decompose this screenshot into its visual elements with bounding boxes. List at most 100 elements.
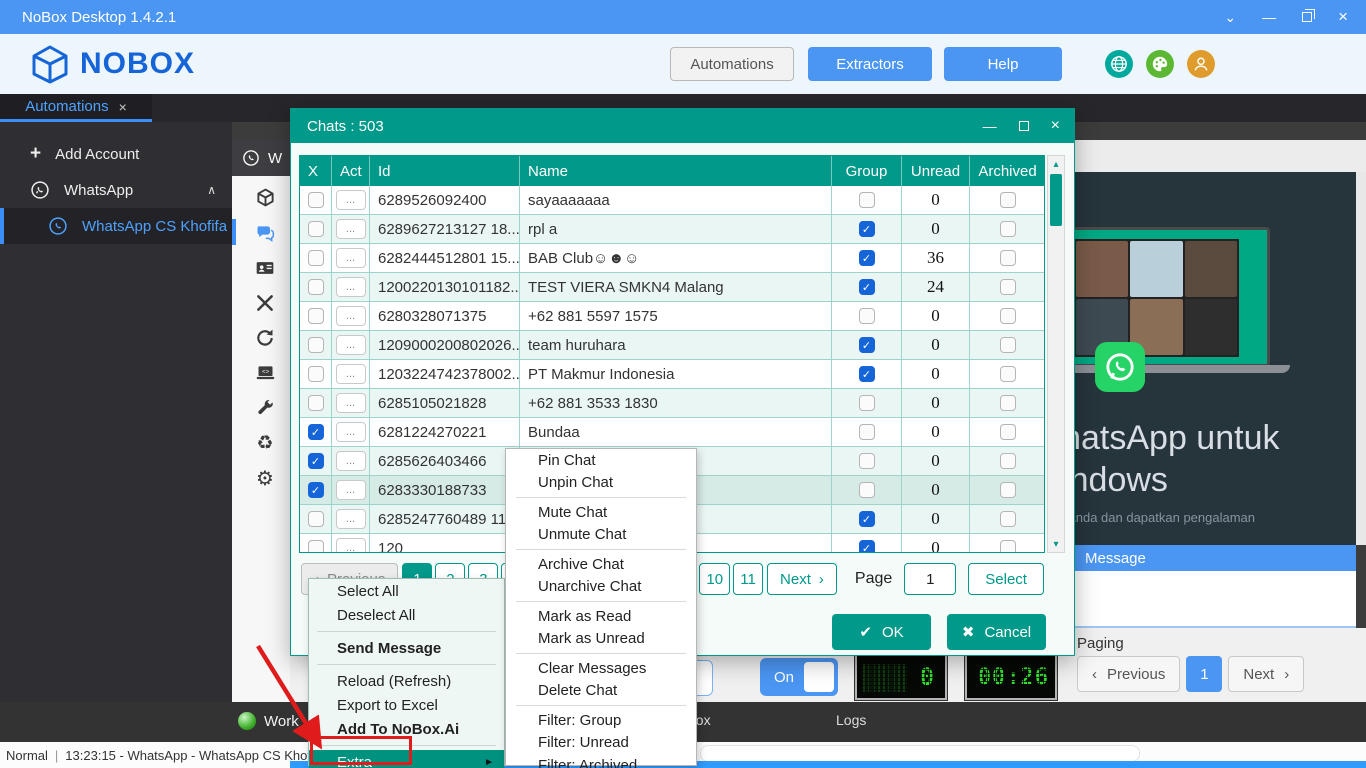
group-checkbox[interactable]: ✓ [859, 279, 875, 295]
table-row[interactable]: ✓...6281224270221Bundaa0 [300, 418, 1044, 447]
row-checkbox[interactable] [308, 192, 324, 208]
page-button-10[interactable]: 10 [699, 563, 730, 595]
row-checkbox[interactable] [308, 540, 324, 553]
row-checkbox[interactable] [308, 308, 324, 324]
table-row[interactable]: ...6282444512801 15...BAB Club☺☻☺✓36 [300, 244, 1044, 273]
table-row[interactable]: ...6280328071375+62 881 5597 15750 [300, 302, 1044, 331]
sidebar-item-whatsapp[interactable]: WhatsApp ∧ [0, 172, 232, 208]
group-checkbox[interactable] [859, 308, 875, 324]
gear-icon[interactable]: ⚙ [232, 460, 298, 495]
archived-checkbox[interactable] [1000, 366, 1016, 382]
table-row[interactable]: ...6289627213127 18...rpl a✓0 [300, 215, 1044, 244]
menu-item-add-to-nobox-ai[interactable]: Add To NoBox.Ai [309, 717, 504, 741]
wrench-icon[interactable] [232, 390, 298, 425]
menu-item-select-all[interactable]: Select All [309, 579, 504, 603]
refresh-icon[interactable] [232, 320, 298, 355]
row-actions-button[interactable]: ... [336, 335, 366, 355]
archived-checkbox[interactable] [1000, 482, 1016, 498]
row-actions-button[interactable]: ... [336, 190, 366, 210]
menu-item-mark-as-read[interactable]: Mark as Read [506, 605, 696, 628]
palette-icon[interactable] [1146, 50, 1174, 78]
group-checkbox[interactable]: ✓ [859, 366, 875, 382]
row-checkbox[interactable] [308, 395, 324, 411]
minimize-button[interactable]: — [1262, 9, 1276, 25]
row-checkbox[interactable]: ✓ [308, 453, 324, 469]
archived-checkbox[interactable] [1000, 511, 1016, 527]
chats-icon[interactable] [232, 215, 298, 250]
table-scrollbar[interactable]: ▴ ▾ [1047, 155, 1065, 553]
row-actions-button[interactable]: ... [336, 393, 366, 413]
table-row[interactable]: ...6289526092400sayaaaaaaa0 [300, 186, 1044, 215]
dialog-maximize-button[interactable] [1019, 121, 1029, 131]
row-actions-button[interactable]: ... [336, 538, 366, 553]
menu-item-export-to-excel[interactable]: Export to Excel [309, 693, 504, 717]
menu-item-deselect-all[interactable]: Deselect All [309, 603, 504, 627]
page-button-11[interactable]: 11 [733, 563, 763, 595]
group-checkbox[interactable]: ✓ [859, 250, 875, 266]
contact-card-icon[interactable] [232, 250, 298, 285]
cube-icon[interactable] [232, 180, 298, 215]
scroll-up-icon[interactable]: ▴ [1048, 156, 1064, 172]
archived-checkbox[interactable] [1000, 279, 1016, 295]
menu-item-filter-group[interactable]: Filter: Group [506, 709, 696, 732]
menu-item-unarchive-chat[interactable]: Unarchive Chat [506, 576, 696, 599]
menu-item-send-message[interactable]: Send Message [309, 636, 504, 660]
recycle-icon[interactable]: ♻ [232, 425, 298, 460]
archived-checkbox[interactable] [1000, 192, 1016, 208]
menu-item-filter-unread[interactable]: Filter: Unread [506, 732, 696, 755]
menu-item-pin-chat[interactable]: Pin Chat [506, 449, 696, 472]
menu-item-clear-messages[interactable]: Clear Messages [506, 657, 696, 680]
extractors-button[interactable]: Extractors [808, 47, 932, 81]
menu-item-filter-archived[interactable]: Filter: Archived [506, 754, 696, 768]
row-checkbox[interactable] [308, 337, 324, 353]
group-checkbox[interactable]: ✓ [859, 337, 875, 353]
table-row[interactable]: ...1200220130101182...TEST VIERA SMKN4 M… [300, 273, 1044, 302]
row-actions-button[interactable]: ... [336, 509, 366, 529]
menu-item-mark-as-unread[interactable]: Mark as Unread [506, 628, 696, 651]
row-checkbox[interactable] [308, 250, 324, 266]
restore-button[interactable] [1302, 12, 1312, 22]
row-checkbox[interactable]: ✓ [308, 424, 324, 440]
paging-previous-button[interactable]: ‹Previous [1077, 656, 1180, 692]
sidebar-item-add-account[interactable]: + Add Account [0, 136, 232, 172]
tab-automations[interactable]: Automations × [0, 94, 152, 122]
tools-icon[interactable] [232, 285, 298, 320]
row-actions-button[interactable]: ... [336, 277, 366, 297]
close-button[interactable]: × [1338, 7, 1348, 27]
group-checkbox[interactable]: ✓ [859, 511, 875, 527]
user-icon[interactable] [1187, 50, 1215, 78]
group-checkbox[interactable]: ✓ [859, 540, 875, 553]
row-actions-button[interactable]: ... [336, 219, 366, 239]
group-checkbox[interactable] [859, 395, 875, 411]
menu-item-reload-refresh-[interactable]: Reload (Refresh) [309, 669, 504, 693]
group-checkbox[interactable] [859, 482, 875, 498]
select-page-button[interactable]: Select [968, 563, 1044, 595]
sidebar-item-account[interactable]: WhatsApp CS Khofifa [0, 208, 232, 244]
chevron-down-icon[interactable]: ⌄ [1224, 9, 1236, 26]
table-row[interactable]: ...1209000200802026...team huruhara✓0 [300, 331, 1044, 360]
automations-button[interactable]: Automations [670, 47, 794, 81]
group-checkbox[interactable] [859, 453, 875, 469]
menu-item-unpin-chat[interactable]: Unpin Chat [506, 472, 696, 495]
cancel-button[interactable]: ✖ Cancel [947, 614, 1046, 650]
row-actions-button[interactable]: ... [336, 364, 366, 384]
archived-checkbox[interactable] [1000, 540, 1016, 553]
row-actions-button[interactable]: ... [336, 306, 366, 326]
row-checkbox[interactable] [308, 279, 324, 295]
archived-checkbox[interactable] [1000, 337, 1016, 353]
globe-icon[interactable] [1105, 50, 1133, 78]
paging-page-1[interactable]: 1 [1186, 656, 1222, 692]
ok-button[interactable]: ✔ OK [832, 614, 931, 650]
menu-item-delete-chat[interactable]: Delete Chat [506, 680, 696, 703]
menu-item-unmute-chat[interactable]: Unmute Chat [506, 524, 696, 547]
row-checkbox[interactable]: ✓ [308, 482, 324, 498]
tab-close-icon[interactable]: × [119, 99, 127, 115]
archived-checkbox[interactable] [1000, 395, 1016, 411]
archived-checkbox[interactable] [1000, 250, 1016, 266]
row-checkbox[interactable] [308, 366, 324, 382]
help-button[interactable]: Help [944, 47, 1062, 81]
next-page-button[interactable]: Next › [767, 563, 837, 595]
page-number-input[interactable] [904, 563, 956, 595]
scrollbar-thumb[interactable] [1050, 174, 1062, 226]
dialog-close-button[interactable]: × [1051, 117, 1060, 135]
